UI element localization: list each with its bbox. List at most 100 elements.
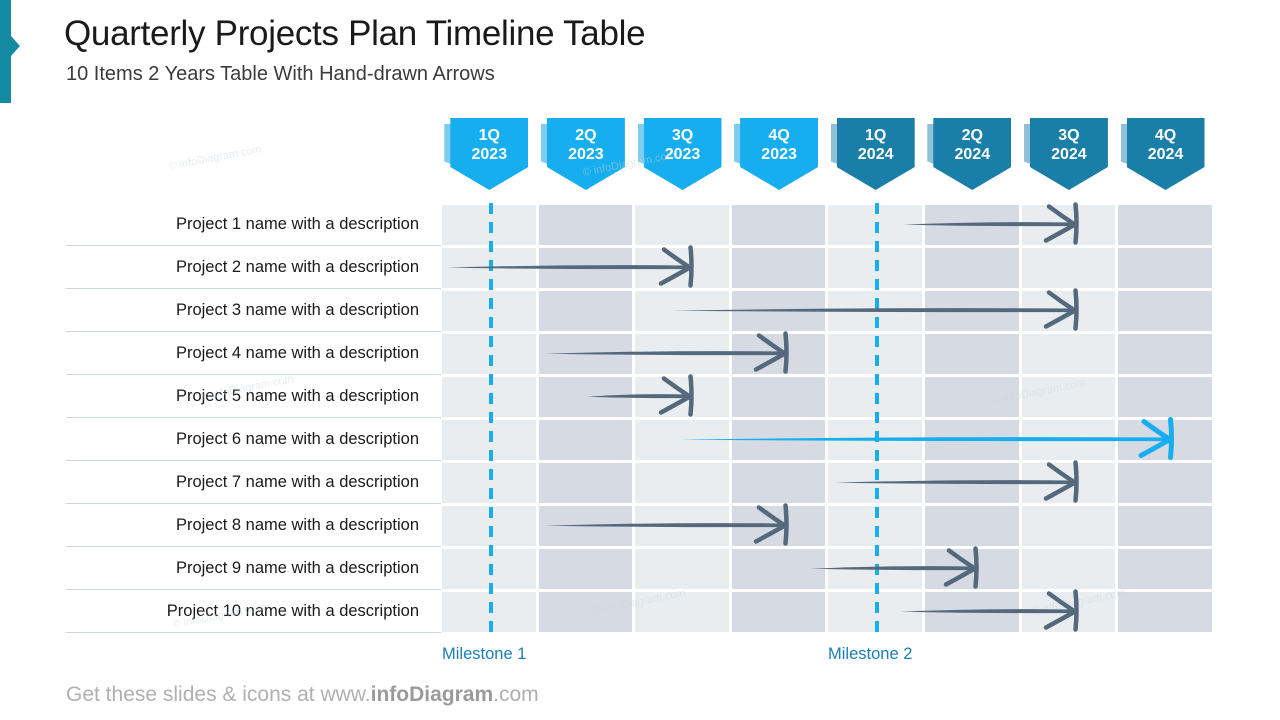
- quarter-header-4q-2023[interactable]: 4Q 2023: [734, 118, 819, 196]
- project-row-label-1[interactable]: Project 1 name with a description: [66, 203, 441, 246]
- timeline-cell[interactable]: [538, 290, 633, 331]
- timeline-cell[interactable]: [538, 462, 633, 503]
- quarter-header-1q-2024[interactable]: 1Q 2024: [830, 118, 915, 196]
- milestone-dashed-line-2: [875, 203, 879, 633]
- quarter-year-label: 2024: [1051, 146, 1087, 163]
- quarter-label: 2Q: [575, 127, 597, 144]
- quarter-year-label: 2023: [664, 146, 701, 163]
- timeline-cell[interactable]: [1021, 462, 1116, 503]
- project-row-label-5[interactable]: Project 5 name with a description: [66, 375, 441, 418]
- milestone-label-1[interactable]: Milestone 1: [442, 645, 526, 664]
- timeline-cell[interactable]: [1021, 548, 1116, 589]
- timeline-cell[interactable]: [538, 204, 633, 245]
- quarter-year-label: 2024: [954, 146, 991, 163]
- timeline-cell[interactable]: [1118, 290, 1212, 331]
- timeline-cell[interactable]: [538, 591, 633, 632]
- timeline-cell[interactable]: [538, 419, 633, 460]
- timeline-cell[interactable]: [1021, 376, 1116, 417]
- timeline-cell[interactable]: [538, 333, 633, 374]
- timeline-cell[interactable]: [1118, 505, 1212, 546]
- project-row-label-7[interactable]: Project 7 name with a description: [66, 461, 441, 504]
- timeline-cell[interactable]: [1118, 419, 1212, 460]
- timeline-cell[interactable]: [1118, 247, 1212, 288]
- timeline-cell[interactable]: [538, 548, 633, 589]
- quarter-label: 1Q: [865, 127, 887, 144]
- timeline-cell[interactable]: [635, 591, 729, 632]
- timeline-cell[interactable]: [1021, 591, 1116, 632]
- timeline-cell[interactable]: [1118, 333, 1212, 374]
- timeline-cell[interactable]: [635, 505, 729, 546]
- project-row-label-6[interactable]: Project 6 name with a description: [66, 418, 441, 461]
- timeline-cell[interactable]: [635, 290, 729, 331]
- timeline-cell[interactable]: [925, 204, 1019, 245]
- timeline-cell[interactable]: [1118, 548, 1212, 589]
- timeline-cell[interactable]: [925, 548, 1019, 589]
- watermark: © infoDiagram.com: [167, 143, 263, 173]
- timeline-cell[interactable]: [635, 247, 729, 288]
- project-row-label-3[interactable]: Project 3 name with a description: [66, 289, 441, 332]
- timeline-cell[interactable]: [925, 505, 1019, 546]
- timeline-cell[interactable]: [1021, 290, 1116, 331]
- timeline-cell[interactable]: [635, 204, 729, 245]
- timeline-cell[interactable]: [635, 419, 729, 460]
- timeline-cell[interactable]: [925, 247, 1019, 288]
- timeline-cell[interactable]: [731, 548, 826, 589]
- project-label-text: Project 6 name with a description: [175, 429, 419, 448]
- timeline-cell[interactable]: [925, 419, 1019, 460]
- project-row-label-2[interactable]: Project 2 name with a description: [66, 246, 441, 289]
- timeline-cell[interactable]: [1021, 247, 1116, 288]
- timeline-cell[interactable]: [925, 376, 1019, 417]
- timeline-cell[interactable]: [538, 505, 633, 546]
- quarter-header-2q-2023[interactable]: 2Q 2023: [540, 118, 625, 196]
- footer-brand: infoDiagram: [370, 683, 494, 706]
- timeline-cell[interactable]: [1021, 333, 1116, 374]
- project-label-text: Project 5 name with a description: [175, 386, 419, 405]
- timeline-cell[interactable]: [635, 548, 729, 589]
- project-row-label-9[interactable]: Project 9 name with a description: [66, 547, 441, 590]
- timeline-cell[interactable]: [925, 290, 1019, 331]
- timeline-cell[interactable]: [731, 591, 826, 632]
- timeline-cell[interactable]: [635, 376, 729, 417]
- project-label-column: Project 1 name with a description Project…: [66, 203, 441, 633]
- timeline-cell[interactable]: [635, 333, 729, 374]
- quarter-label: 3Q: [1058, 127, 1080, 144]
- timeline-cell[interactable]: [1118, 376, 1212, 417]
- project-row-label-10[interactable]: Project 10 name with a description: [66, 590, 441, 633]
- footer-text-end: .com: [493, 683, 539, 706]
- timeline-cell[interactable]: [731, 204, 826, 245]
- quarter-header-3q-2024[interactable]: 3Q 2024: [1023, 118, 1108, 196]
- timeline-cell[interactable]: [731, 419, 826, 460]
- quarter-header-3q-2023[interactable]: 3Q 2023: [637, 118, 722, 196]
- milestone-label-2[interactable]: Milestone 2: [828, 645, 912, 664]
- timeline-cell[interactable]: [1021, 204, 1116, 245]
- timeline-cell[interactable]: [731, 247, 826, 288]
- timeline-cell[interactable]: [1118, 591, 1212, 632]
- page-title: Quarterly Projects Plan Timeline Table: [64, 14, 646, 53]
- quarter-header-2q-2024[interactable]: 2Q 2024: [927, 118, 1012, 196]
- timeline-cell[interactable]: [1118, 204, 1212, 245]
- timeline-cell[interactable]: [731, 290, 826, 331]
- timeline-cell[interactable]: [731, 333, 826, 374]
- project-row-label-8[interactable]: Project 8 name with a description: [66, 504, 441, 547]
- timeline-cell[interactable]: [731, 462, 826, 503]
- timeline-cell[interactable]: [1021, 505, 1116, 546]
- quarter-label: 2Q: [961, 127, 983, 144]
- timeline-cell[interactable]: [731, 376, 826, 417]
- timeline-cell[interactable]: [635, 462, 729, 503]
- quarter-chevron-shape: 1Q 2023: [450, 118, 529, 190]
- timeline-cell[interactable]: [925, 333, 1019, 374]
- quarter-header-1q-2023[interactable]: 1Q 2023: [444, 118, 529, 196]
- timeline-cell[interactable]: [538, 376, 633, 417]
- timeline-cell[interactable]: [1021, 419, 1116, 460]
- quarter-label: 4Q: [1154, 127, 1177, 144]
- project-label-text: Project 1 name with a description: [175, 214, 419, 233]
- timeline-cell[interactable]: [731, 505, 826, 546]
- project-row-label-4[interactable]: Project 4 name with a description: [66, 332, 441, 375]
- timeline-cell[interactable]: [925, 591, 1019, 632]
- timeline-cell[interactable]: [925, 462, 1019, 503]
- quarter-header-4q-2024[interactable]: 4Q 2024: [1120, 118, 1205, 196]
- quarter-chevron-shape: 4Q 2024: [1126, 118, 1205, 190]
- quarter-year-label: 2024: [1147, 146, 1184, 163]
- timeline-cell[interactable]: [1118, 462, 1212, 503]
- timeline-cell[interactable]: [538, 247, 633, 288]
